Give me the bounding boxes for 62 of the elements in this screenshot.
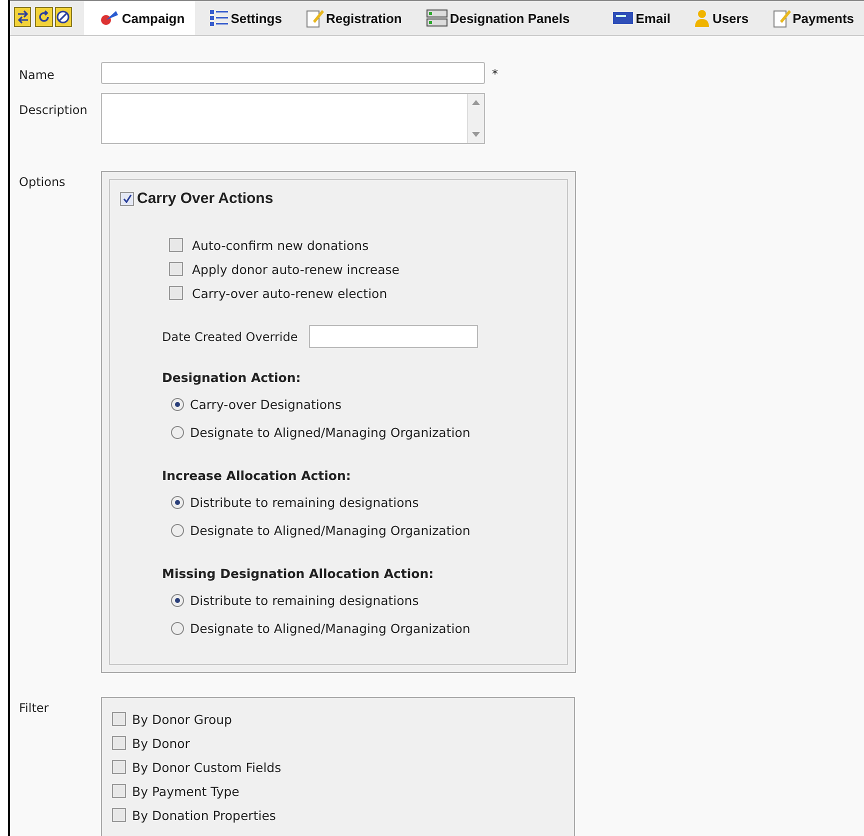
radio-label: Designate to Aligned/Managing Organization [190,522,470,538]
field-label: Description [19,102,88,119]
swap-icon[interactable] [14,7,32,27]
radio-button[interactable] [171,398,184,410]
tab[interactable]: Payments [758,1,864,35]
checkmark-icon [122,194,132,203]
radio-label: Carry-over Designations [190,396,342,412]
radio-label: Distribute to remaining designations [190,592,419,608]
name-field[interactable] [101,62,485,84]
checkbox-label: By Donor Group [132,712,232,726]
radio-label: Distribute to remaining designations [190,494,419,510]
tab[interactable]: Email [598,1,680,35]
checkbox-label: Auto-confirm new donations [192,238,369,252]
description-field[interactable] [101,93,485,144]
group-heading: Designation Action: [162,370,302,387]
checkbox[interactable] [169,262,183,276]
cancel-icon[interactable] [54,7,72,27]
radio-button[interactable] [171,524,184,536]
radio-button[interactable] [171,496,184,508]
tab[interactable]: Registration [292,1,412,35]
checkbox-label: By Donation Properties [132,808,276,822]
refresh-icon[interactable] [35,7,53,27]
field-label: Date Created Override [162,330,298,344]
tab[interactable]: Users [680,1,759,35]
list-icon [208,8,229,28]
user-icon [694,8,710,28]
tab[interactable]: Settings [194,1,292,35]
panels-icon [426,8,448,28]
checkbox-label: By Donor [132,736,190,750]
checkbox-label: By Donor Custom Fields [132,760,282,774]
pencil-note-icon [772,8,791,28]
checkbox[interactable] [112,712,126,726]
checkbox[interactable] [120,192,134,206]
radio-label: Designate to Aligned/Managing Organization [190,620,470,636]
radio-button[interactable] [171,622,184,634]
required-mark: * [492,66,498,81]
radio-button[interactable] [171,594,184,606]
checkbox[interactable] [112,808,126,822]
field-label: Name [19,67,56,84]
checkbox-label: Carry-over auto-renew election [192,286,388,300]
group-heading: Missing Designation Allocation Action: [162,566,435,583]
checkbox[interactable] [112,736,126,750]
envelope-icon [612,10,634,26]
field-label: Options [19,174,66,191]
scrollbar[interactable] [467,94,484,143]
tab[interactable]: Designation Panels [412,1,580,35]
pencil-note-icon [306,8,324,28]
radio-button[interactable] [171,426,184,438]
checkbox[interactable] [112,784,126,798]
checkbox[interactable] [169,286,183,300]
checkbox-label: By Payment Type [132,784,240,798]
tab[interactable]: Campaign [84,1,195,35]
section-heading: Carry Over Actions [137,190,274,207]
date-field[interactable] [308,325,478,348]
radio-label: Designate to Aligned/Managing Organization [190,424,470,440]
checkbox[interactable] [169,238,183,252]
checkbox-label: Apply donor auto-renew increase [192,262,400,276]
scroll-down-icon[interactable] [472,132,480,137]
group-heading: Increase Allocation Action: [162,468,352,485]
field-label: Filter [19,700,50,717]
checkbox[interactable] [112,760,126,774]
scroll-up-icon[interactable] [472,100,480,105]
